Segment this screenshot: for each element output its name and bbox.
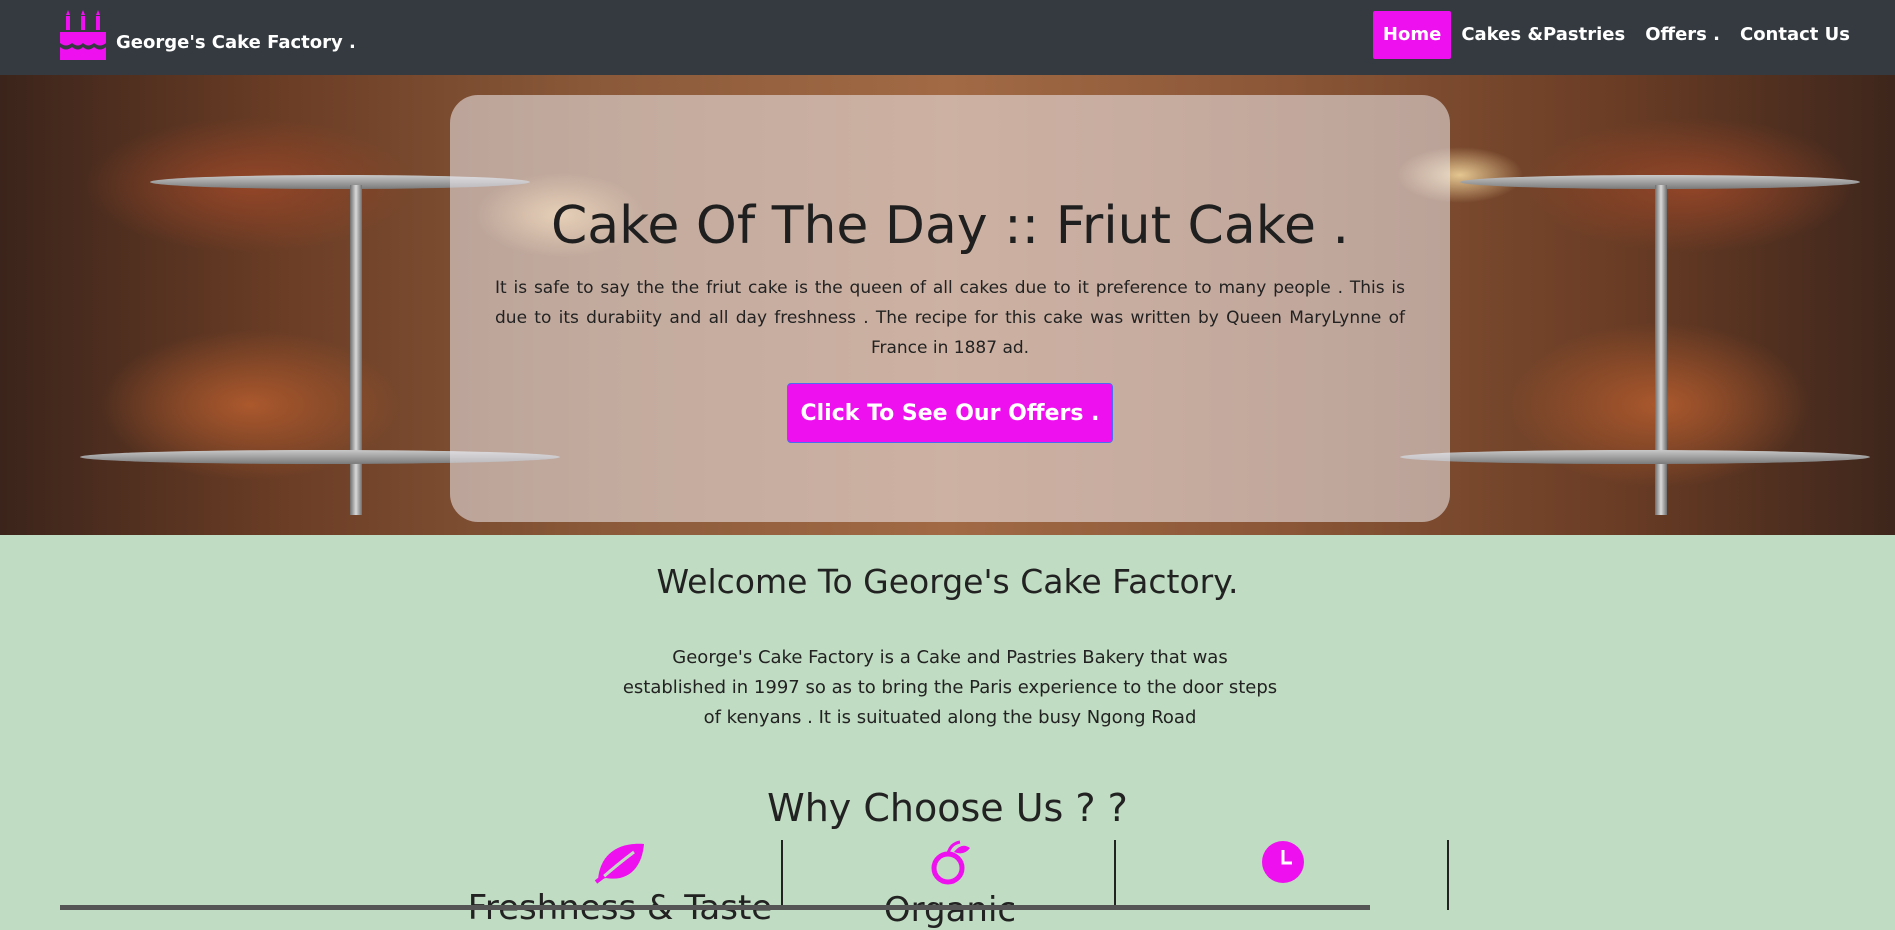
why-choose-us-title: Why Choose Us ? ?	[767, 786, 1128, 830]
feature-time	[1120, 840, 1445, 910]
nav-contact-us[interactable]: Contact Us	[1730, 11, 1860, 59]
cake-of-the-day-card: Cake Of The Day :: Friut Cake . It is sa…	[450, 95, 1450, 522]
right-bottom-tray	[1400, 450, 1870, 464]
feature-divider	[1114, 840, 1116, 910]
nav-home[interactable]: Home	[1372, 11, 1452, 59]
welcome-text: George's Cake Factory is a Cake and Past…	[622, 647, 1278, 728]
left-stand	[350, 185, 362, 515]
brand-name[interactable]: George's Cake Factory .	[116, 32, 356, 53]
nav-offers[interactable]: Offers .	[1635, 11, 1730, 59]
bottom-scroll-shadow	[60, 905, 1370, 910]
see-offers-button[interactable]: Click To See Our Offers .	[787, 383, 1113, 443]
feature-freshness: Freshness & Taste	[460, 840, 780, 928]
leaf-icon	[594, 843, 644, 884]
feature-divider	[781, 840, 783, 910]
feature-label: Organic	[883, 890, 1017, 930]
hero-description: It is safe to say the the friut cake is …	[495, 278, 1405, 358]
welcome-title: Welcome To George's Cake Factory.	[656, 562, 1239, 601]
nav-cakes-pastries[interactable]: Cakes &Pastries	[1451, 11, 1635, 59]
clock-icon	[1261, 841, 1304, 883]
feature-organic: Organic	[790, 840, 1110, 930]
right-stand	[1655, 185, 1667, 515]
hero-banner: Cake Of The Day :: Friut Cake . It is sa…	[0, 75, 1895, 535]
hero-title: Cake Of The Day :: Friut Cake .	[550, 196, 1350, 256]
brand-link[interactable]: George's Cake Factory .	[58, 10, 356, 60]
navbar: George's Cake Factory . Home Cakes &Past…	[0, 0, 1895, 75]
feature-divider	[1447, 840, 1449, 910]
birthday-cake-icon	[60, 10, 106, 60]
main-nav: Home Cakes &Pastries Offers . Contact Us	[1372, 11, 1860, 59]
organic-fruit-icon	[931, 840, 970, 885]
